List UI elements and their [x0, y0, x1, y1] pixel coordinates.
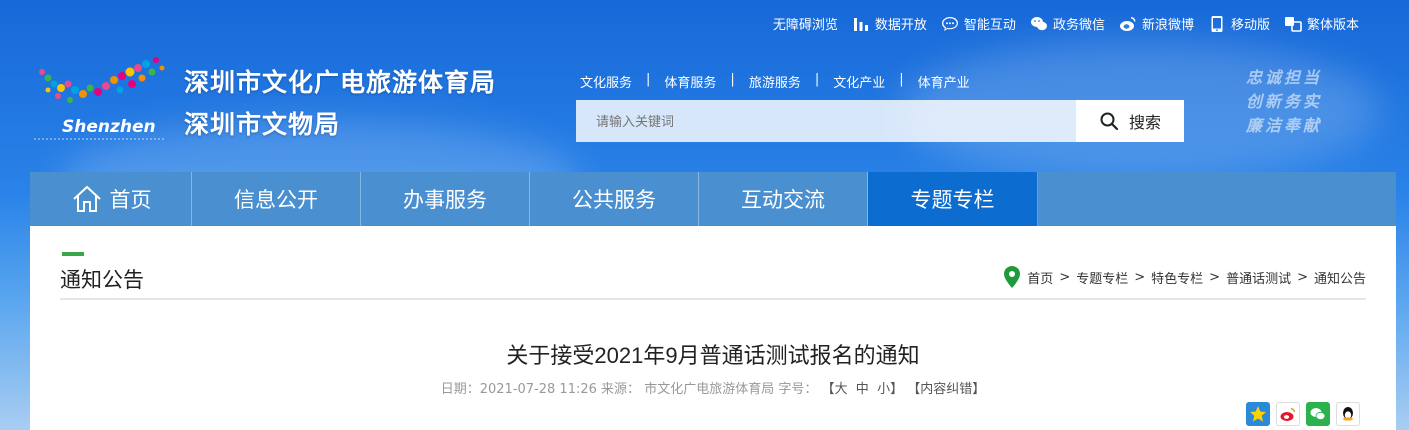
quicklink-sports-service[interactable]: 体育服务: [664, 72, 716, 91]
nav-item-services[interactable]: 办事服务: [361, 172, 530, 226]
source-label: 来源：: [601, 382, 641, 397]
bar-chart-icon: [853, 17, 868, 31]
breadcrumb-item[interactable]: 通知公告: [1314, 268, 1366, 287]
weibo-icon: [1119, 16, 1136, 31]
search-bar: 搜索: [576, 100, 1184, 142]
section-title-accent: [62, 252, 84, 256]
traditional-chinese-link[interactable]: 繁体版本: [1284, 14, 1359, 33]
svg-text:Shenzhen: Shenzhen: [62, 117, 156, 137]
quicklink-separator: |: [646, 72, 651, 87]
quicklink-separator: |: [814, 72, 820, 87]
shenzhen-logo[interactable]: Shenzhen: [28, 50, 170, 150]
home-icon: [72, 185, 101, 212]
section-title: 通知公告: [60, 268, 144, 292]
quicklink-separator: |: [730, 72, 735, 87]
top-utility-bar: 无障碍浏览 数据开放 智能互动 政务微信 新浪微博 移动版 繁体版本: [773, 14, 1359, 33]
qzone-icon[interactable]: [1246, 402, 1270, 426]
wechat-share-icon[interactable]: [1306, 402, 1330, 426]
content-correction-link[interactable]: 【内容纠错】: [907, 382, 985, 397]
quick-links: 文化服务 | 体育服务 | 旅游服务 | 文化产业 | 体育产业: [580, 72, 970, 91]
font-size-label: 字号：: [778, 382, 818, 397]
accessibility-link[interactable]: 无障碍浏览: [773, 14, 838, 33]
weibo-share-icon[interactable]: [1276, 402, 1300, 426]
wechat-link[interactable]: 政务微信: [1030, 14, 1105, 33]
breadcrumb-separator: >: [1297, 269, 1308, 285]
quicklink-tourism-service[interactable]: 旅游服务: [749, 72, 801, 91]
share-bar: [1246, 402, 1360, 426]
breadcrumb-item[interactable]: 特色专栏: [1151, 268, 1203, 287]
breadcrumb-item[interactable]: 普通话测试: [1226, 268, 1291, 287]
data-open-link[interactable]: 数据开放: [852, 14, 927, 33]
nav-item-public-services[interactable]: 公共服务: [530, 172, 699, 226]
article-date: 2021-07-28 11:26: [479, 382, 597, 397]
breadcrumb-separator: >: [1209, 269, 1221, 285]
traditional-chinese-icon: [1284, 16, 1302, 32]
search-icon: [1100, 112, 1119, 131]
nav-item-interaction[interactable]: 互动交流: [699, 172, 868, 226]
article-title: 关于接受2021年9月普通话测试报名的通知: [506, 343, 920, 368]
breadcrumb-item[interactable]: 首页: [1027, 268, 1053, 287]
search-button-label: 搜索: [1128, 115, 1161, 132]
article-source: 市文化广电旅游体育局: [644, 382, 775, 397]
shenzhen-logo-graphic: Shenzhen: [34, 57, 165, 140]
article-meta: 日期：2021-07-28 11:26 来源： 市文化广电旅游体育局 字号： 【…: [30, 378, 1396, 397]
slogan-line: 廉洁奉献: [1246, 116, 1323, 135]
slogan-line: 创新务实: [1246, 92, 1323, 111]
breadcrumb-item[interactable]: 专题专栏: [1076, 268, 1128, 287]
chat-bubble-icon: [941, 16, 958, 31]
site-title-line1: 深圳市文化广电旅游体育局: [184, 68, 497, 97]
search-input[interactable]: [576, 100, 1076, 142]
site-title[interactable]: 深圳市文化广电旅游体育局 深圳市文物局: [184, 62, 496, 146]
location-pin-icon: [1004, 266, 1021, 288]
wechat-icon: [1030, 16, 1047, 30]
font-small-button[interactable]: 小: [877, 382, 890, 397]
slogan: 忠诚担当 创新务实 廉洁奉献: [1246, 66, 1322, 138]
date-label: 日期：: [440, 382, 480, 397]
mobile-version-link[interactable]: 移动版: [1208, 14, 1270, 33]
nav-item-special-topics[interactable]: 专题专栏: [868, 172, 1038, 226]
site-title-line2: 深圳市文物局: [184, 110, 341, 139]
quicklink-culture-service[interactable]: 文化服务: [580, 72, 632, 91]
search-button[interactable]: 搜索: [1076, 100, 1184, 142]
font-medium-button[interactable]: 中: [856, 382, 869, 397]
quicklink-separator: |: [899, 72, 904, 87]
section-divider: [60, 298, 1366, 300]
mobile-icon: [1211, 15, 1223, 32]
quicklink-sports-industry[interactable]: 体育产业: [918, 72, 970, 91]
quicklink-culture-industry[interactable]: 文化产业: [833, 72, 885, 91]
font-size-controls: 【大 中 小】: [821, 382, 904, 397]
smart-interaction-link[interactable]: 智能互动: [941, 14, 1016, 33]
breadcrumb-separator: >: [1059, 269, 1071, 285]
main-nav: 首页 信息公开 办事服务 公共服务 互动交流 专题专栏: [30, 172, 1396, 226]
font-large-button[interactable]: 大: [835, 382, 848, 397]
breadcrumb-separator: >: [1134, 269, 1146, 285]
nav-item-home[interactable]: 首页: [30, 172, 192, 226]
qq-share-icon[interactable]: [1336, 402, 1360, 426]
slogan-line: 忠诚担当: [1246, 68, 1323, 87]
nav-item-info-disclosure[interactable]: 信息公开: [192, 172, 361, 226]
weibo-link[interactable]: 新浪微博: [1119, 14, 1194, 33]
content-panel: 通知公告 首页 > 专题专栏 > 特色专栏 > 普通话测试 > 通知公告 关于接…: [30, 226, 1396, 430]
breadcrumb: 首页 > 专题专栏 > 特色专栏 > 普通话测试 > 通知公告: [1003, 266, 1366, 288]
